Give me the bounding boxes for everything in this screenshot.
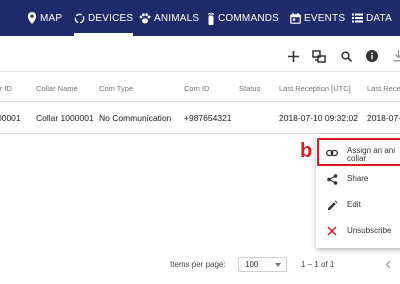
menu-item-edit-label: Edit: [347, 200, 361, 209]
column-header-collar-name[interactable]: Collar Name: [36, 84, 78, 93]
close-icon: [326, 225, 338, 237]
calendar-icon: [290, 12, 301, 24]
cell-collar-id: 00001: [0, 113, 21, 123]
menu-item-share-label: Share: [347, 174, 369, 183]
annotation-highlight-box: [317, 138, 400, 166]
info-button[interactable]: [363, 47, 381, 65]
pencil-icon: [326, 199, 338, 211]
menu-item-unsubscribe[interactable]: Unsubscribe: [316, 218, 400, 244]
column-header-collar-id[interactable]: lar ID: [0, 84, 12, 93]
cell-com-type: No Communication: [99, 113, 172, 123]
chevron-left-icon: [385, 260, 391, 268]
remote-icon: [207, 12, 215, 25]
previous-page-button[interactable]: [382, 257, 394, 271]
nav-devices-label: DEVICES: [88, 12, 134, 24]
search-button[interactable]: [337, 47, 355, 65]
top-nav-bar: MAP DEVICES ANIMALS COMMANDS EVENTS DATA: [0, 0, 400, 36]
share-icon: [326, 173, 338, 185]
items-per-page-value: 100: [245, 260, 259, 269]
pagination-range: 1 – 1 of 1: [301, 260, 335, 269]
nav-commands-label: COMMANDS: [218, 12, 280, 24]
nav-events[interactable]: EVENTS: [290, 0, 345, 36]
cell-last-reception-utc: 2018-07-10 09:32:02: [279, 113, 358, 123]
nav-devices[interactable]: DEVICES: [74, 0, 134, 36]
menu-item-share[interactable]: Share: [316, 166, 400, 192]
map-pin-icon: [27, 12, 37, 24]
download-icon: [393, 50, 400, 62]
nav-animals-label: ANIMALS: [154, 12, 200, 24]
menu-item-unsubscribe-label: Unsubscribe: [347, 226, 392, 235]
toolbar-divider: [0, 71, 400, 72]
column-header-last-reception[interactable]: Last Recep: [367, 84, 400, 93]
list-icon: [352, 13, 363, 23]
cell-collar-name: Collar 1000001: [36, 113, 94, 123]
assign-icon: [312, 49, 326, 63]
search-icon: [340, 50, 352, 62]
menu-item-edit[interactable]: Edit: [316, 192, 400, 218]
nav-data[interactable]: DATA: [352, 0, 392, 36]
nav-map-label: MAP: [40, 12, 63, 24]
assign-button[interactable]: [310, 47, 328, 65]
items-per-page-label: Items per page:: [170, 260, 226, 269]
add-button[interactable]: [284, 47, 302, 65]
add-icon: [287, 50, 299, 62]
annotation-letter: b: [300, 140, 313, 162]
nav-animals[interactable]: ANIMALS: [139, 0, 199, 36]
nav-commands[interactable]: COMMANDS: [207, 0, 279, 36]
paw-icon: [139, 12, 151, 23]
nav-data-label: DATA: [366, 12, 392, 24]
cell-com-id: +987654321: [184, 113, 232, 123]
column-header-com-id[interactable]: Com ID: [184, 84, 209, 93]
nav-map[interactable]: MAP: [27, 0, 62, 36]
column-header-last-reception-utc[interactable]: Last Reception [UTC]: [279, 84, 351, 93]
header-divider: [0, 101, 400, 102]
items-per-page-select[interactable]: 100: [238, 257, 287, 272]
dropdown-caret-icon: [275, 263, 281, 267]
nav-events-label: EVENTS: [304, 12, 346, 24]
devices-icon: [74, 13, 85, 23]
column-header-status[interactable]: Status: [239, 84, 260, 93]
download-button[interactable]: [389, 47, 400, 65]
cell-last-reception: 2018-07-1: [367, 113, 400, 123]
column-header-com-type[interactable]: Com Type: [99, 84, 133, 93]
info-icon: [366, 50, 378, 62]
